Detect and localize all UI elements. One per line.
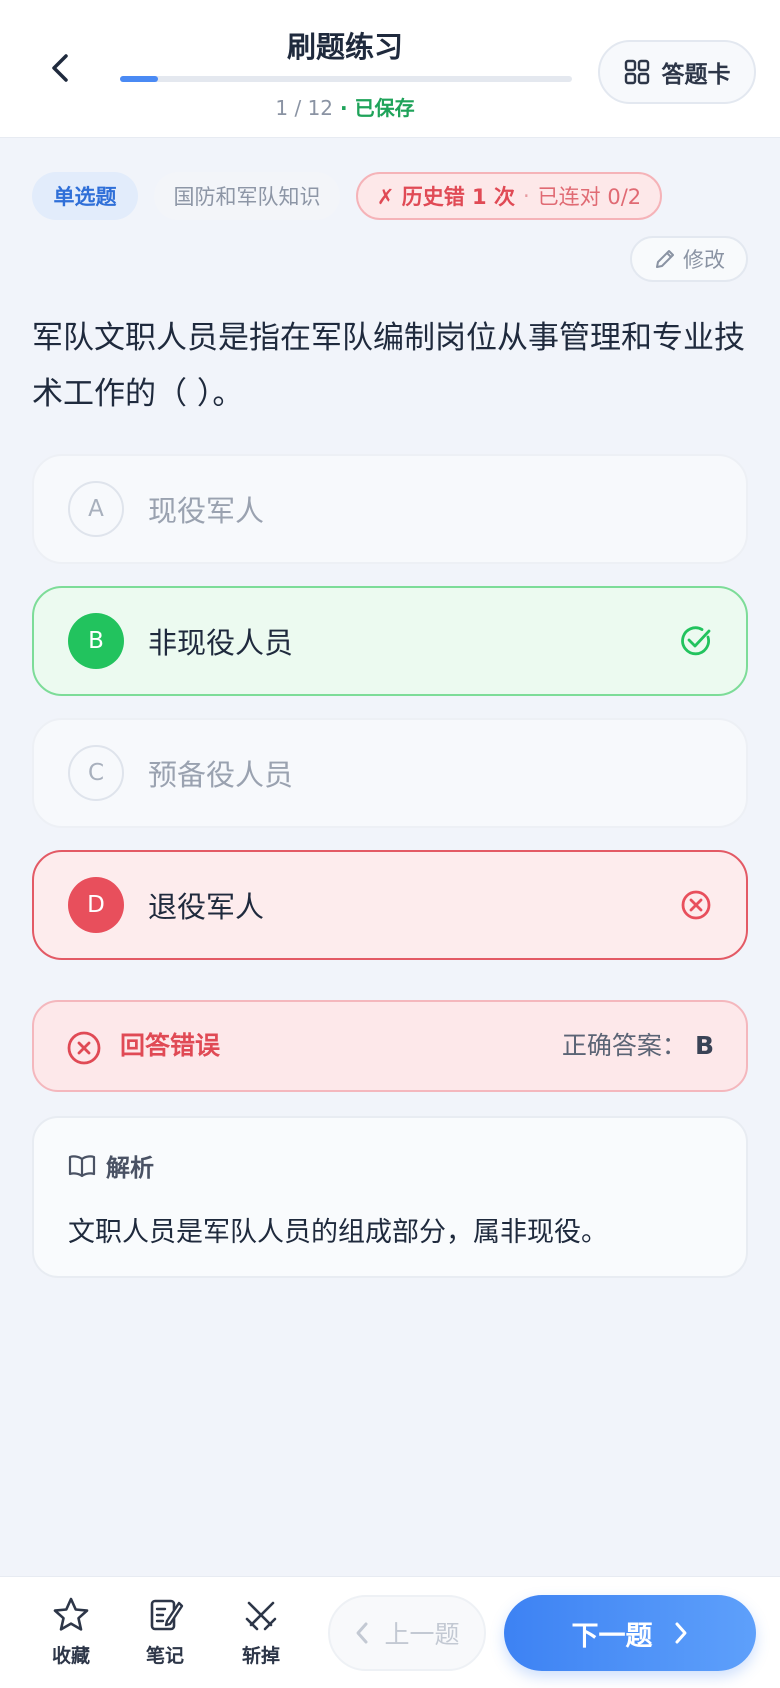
progress-bar — [120, 76, 572, 82]
question-text: 军队文职人员是指在军队编制岗位从事管理和专业技术工作的（ ）。 — [32, 320, 745, 412]
option-letter: A — [68, 481, 124, 537]
page-title: 刷题练习 — [286, 30, 403, 64]
category-tag: 国防和军队知识 — [154, 172, 340, 220]
next-question-button[interactable]: 下一题 — [504, 1595, 756, 1671]
correct-answer-prefix: 正确答案： — [561, 1031, 687, 1060]
favorite-button[interactable]: 收藏 — [36, 1595, 106, 1675]
analysis-text: 文职人员是军队人员的组成部分，属非现役。 — [68, 1217, 608, 1248]
x-circle-icon — [67, 1031, 101, 1065]
progress-bar-fill — [120, 76, 158, 82]
saved-status: 已保存 — [354, 96, 415, 120]
result-label: 回答错误 — [120, 1031, 221, 1060]
option-text: 退役军人 — [148, 890, 265, 924]
check-circle-icon — [681, 626, 711, 656]
progress-status: 1 / 12 · 已保存 — [0, 92, 690, 121]
star-icon — [53, 1597, 89, 1631]
previous-question-label: 上一题 — [384, 1620, 460, 1649]
cut-label: 斩掉 — [241, 1645, 280, 1667]
edit-button[interactable]: 修改 — [630, 236, 748, 282]
progress-count: 1 / 12 — [275, 96, 334, 120]
crossed-swords-icon — [245, 1601, 277, 1631]
grid-icon — [624, 59, 649, 85]
result-banner: 回答错误 正确答案： B — [32, 1000, 748, 1092]
correct-answer-value: B — [694, 1031, 714, 1060]
top-bar: 刷题练习 1 / 12 · 已保存 答题卡 — [0, 0, 780, 138]
option-c[interactable]: C 预备役人员 — [32, 718, 748, 828]
history-wrong-count: ✗ 历史错 1 次 — [376, 185, 515, 209]
note-label: 笔记 — [145, 1645, 184, 1667]
x-circle-icon — [681, 890, 711, 920]
option-d[interactable]: D 退役军人 — [32, 850, 748, 960]
chevron-right-icon — [675, 1622, 686, 1644]
option-letter: C — [68, 745, 124, 801]
answer-card-button[interactable]: 答题卡 — [598, 40, 756, 104]
option-b[interactable]: B 非现役人员 — [32, 586, 748, 696]
cut-button[interactable]: 斩掉 — [226, 1595, 296, 1675]
pencil-icon — [656, 250, 674, 268]
answer-card-label: 答题卡 — [661, 62, 731, 88]
option-a[interactable]: A 现役军人 — [32, 454, 748, 564]
streak-count: 已连对 0/2 — [537, 185, 642, 209]
edit-label: 修改 — [683, 248, 725, 272]
correct-answer: 正确答案： B — [562, 1002, 714, 1090]
chevron-left-icon — [356, 1622, 368, 1644]
favorite-label: 收藏 — [51, 1645, 90, 1667]
bottom-toolbar: 收藏 笔记 斩掉 上一题 下一题 — [0, 1576, 780, 1688]
analysis-title: 解析 — [106, 1154, 154, 1182]
option-text: 预备役人员 — [148, 758, 294, 792]
option-text: 现役军人 — [148, 494, 265, 528]
note-edit-icon — [150, 1599, 184, 1631]
history-badge: ✗ 历史错 1 次 · 已连对 0/2 — [356, 172, 662, 220]
option-text: 非现役人员 — [148, 626, 294, 660]
book-icon — [68, 1154, 96, 1177]
previous-question-button[interactable]: 上一题 — [328, 1595, 486, 1671]
question-type-tag: 单选题 — [32, 172, 138, 220]
progress-separator: · — [333, 96, 355, 120]
next-question-label: 下一题 — [571, 1620, 653, 1652]
note-button[interactable]: 笔记 — [130, 1595, 200, 1675]
history-separator: · — [522, 184, 530, 208]
option-letter: B — [68, 613, 124, 669]
analysis-card: 解析 文职人员是军队人员的组成部分，属非现役。 — [32, 1116, 748, 1278]
option-letter: D — [68, 877, 124, 933]
analysis-header: 解析 — [68, 1148, 154, 1183]
